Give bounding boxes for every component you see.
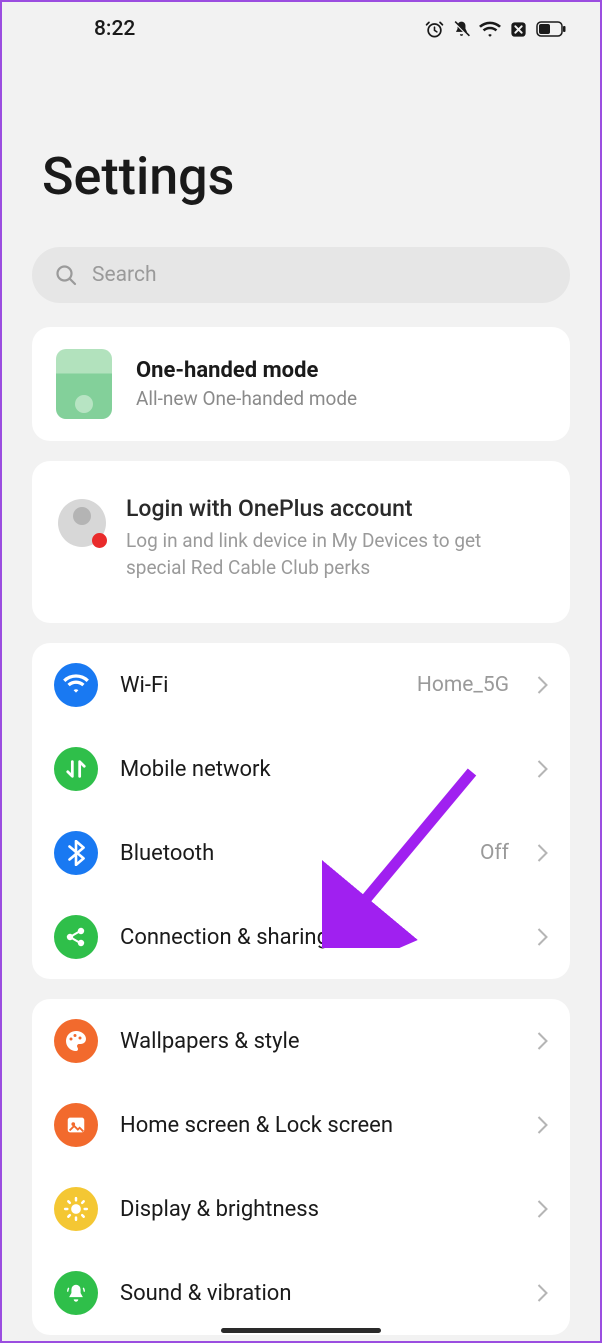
mute-icon (452, 20, 471, 39)
status-icons (425, 20, 566, 39)
connection-sharing-item[interactable]: Connection & sharing (32, 895, 570, 979)
display-brightness-item[interactable]: Display & brightness (32, 1167, 570, 1251)
chevron-right-icon (537, 844, 548, 862)
home-indicator[interactable] (221, 1328, 381, 1333)
bluetooth-icon (54, 831, 98, 875)
onehand-subtitle: All-new One-handed mode (136, 387, 357, 410)
avatar-icon (58, 499, 106, 547)
wallpapers-item[interactable]: Wallpapers & style (32, 999, 570, 1083)
connection-sharing-icon (54, 915, 98, 959)
home-lock-label: Home screen & Lock screen (120, 1113, 515, 1138)
alarm-icon (425, 20, 444, 39)
mobile-network-item[interactable]: Mobile network (32, 727, 570, 811)
chevron-right-icon (537, 760, 548, 778)
wifi-item[interactable]: Wi-Fi Home_5G (32, 643, 570, 727)
wallpapers-icon (54, 1019, 98, 1063)
sound-icon (54, 1271, 98, 1315)
page-title: Settings (2, 56, 600, 247)
brightness-icon (54, 1187, 98, 1231)
bluetooth-value: Off (480, 841, 509, 865)
onehand-card[interactable]: One-handed mode All-new One-handed mode (32, 327, 570, 441)
display-brightness-label: Display & brightness (120, 1197, 515, 1222)
chevron-right-icon (537, 1284, 548, 1302)
account-title: Login with OnePlus account (126, 495, 544, 522)
chevron-right-icon (537, 928, 548, 946)
search-placeholder: Search (92, 263, 157, 287)
account-card[interactable]: Login with OnePlus account Log in and li… (32, 461, 570, 623)
wallpapers-label: Wallpapers & style (120, 1029, 515, 1054)
search-bar[interactable]: Search (32, 247, 570, 303)
sound-vibration-item[interactable]: Sound & vibration (32, 1251, 570, 1335)
chevron-right-icon (537, 676, 548, 694)
sound-vibration-label: Sound & vibration (120, 1281, 515, 1306)
chevron-right-icon (537, 1200, 548, 1218)
mobile-network-icon (54, 747, 98, 791)
network-group: Wi-Fi Home_5G Mobile network Bluetooth O… (32, 643, 570, 979)
battery-icon (536, 21, 566, 37)
wifi-label: Wi-Fi (120, 673, 395, 698)
chevron-right-icon (537, 1116, 548, 1134)
onehand-mode-icon (56, 349, 112, 419)
wifi-status-icon (479, 20, 501, 39)
no-sim-icon (509, 20, 528, 39)
account-subtitle: Log in and link device in My Devices to … (126, 528, 544, 581)
display-group: Wallpapers & style Home screen & Lock sc… (32, 999, 570, 1335)
connection-sharing-label: Connection & sharing (120, 925, 515, 950)
search-icon (54, 263, 78, 287)
status-bar: 8:22 (2, 2, 600, 56)
home-lock-icon (54, 1103, 98, 1147)
chevron-right-icon (537, 1032, 548, 1050)
onehand-title: One-handed mode (136, 358, 357, 383)
mobile-network-label: Mobile network (120, 757, 515, 782)
home-lock-item[interactable]: Home screen & Lock screen (32, 1083, 570, 1167)
bluetooth-label: Bluetooth (120, 841, 458, 866)
bluetooth-item[interactable]: Bluetooth Off (32, 811, 570, 895)
wifi-value: Home_5G (417, 673, 509, 697)
wifi-icon (54, 663, 98, 707)
status-time: 8:22 (94, 17, 135, 41)
